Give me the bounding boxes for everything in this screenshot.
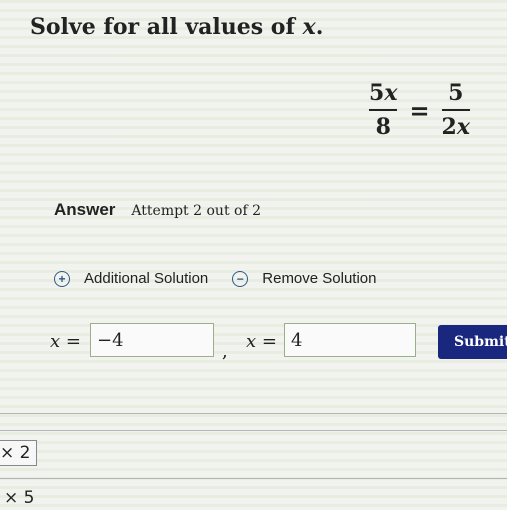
attempt-counter: Attempt 2 out of 2 bbox=[131, 203, 261, 219]
scratch-divider-1 bbox=[0, 413, 507, 414]
left-fraction: 5x 8 bbox=[365, 80, 401, 140]
left-num-var: x bbox=[384, 80, 398, 106]
question-text: Solve for all values of x. bbox=[30, 14, 323, 40]
x-label-2: x = bbox=[246, 331, 277, 352]
answer-label: Answer bbox=[54, 200, 116, 219]
right-numerator: 5 bbox=[448, 80, 464, 106]
answer-inputs: x = −4 , x = 4 Submit bbox=[50, 323, 507, 363]
left-num-coef: 5 bbox=[369, 80, 385, 106]
equation: 5x 8 = 5 2x bbox=[365, 80, 474, 140]
right-fraction: 5 2x bbox=[438, 80, 474, 140]
equals-sign: = bbox=[409, 95, 430, 125]
remove-solution-button[interactable]: − Remove Solution bbox=[232, 270, 377, 287]
answer-input-2[interactable]: 4 bbox=[284, 323, 416, 357]
answer-header: Answer Attempt 2 out of 2 bbox=[54, 200, 261, 220]
plus-circle-icon: + bbox=[54, 270, 70, 287]
left-denominator: 8 bbox=[375, 114, 391, 140]
background-stripes bbox=[0, 0, 507, 510]
question-prefix: Solve for all values of bbox=[30, 14, 303, 40]
additional-solution-label: Additional Solution bbox=[84, 270, 209, 287]
left-numerator: 5x bbox=[369, 80, 397, 109]
minus-circle-icon: − bbox=[232, 270, 249, 287]
scratch-divider-3 bbox=[0, 478, 507, 479]
right-den-var: x bbox=[456, 114, 470, 140]
scratch-entry-2: × 5 bbox=[4, 488, 35, 508]
remove-solution-label: Remove Solution bbox=[262, 270, 377, 287]
submit-button[interactable]: Submit bbox=[438, 325, 507, 359]
solution-controls: + Additional Solution − Remove Solution bbox=[54, 270, 377, 287]
question-suffix: . bbox=[315, 14, 324, 40]
additional-solution-button[interactable]: + Additional Solution bbox=[54, 270, 208, 287]
solution-separator: , bbox=[222, 341, 228, 362]
answer-input-1[interactable]: −4 bbox=[90, 323, 214, 357]
x-label-1: x = bbox=[50, 331, 81, 352]
scratch-entry-1: × 2 bbox=[0, 440, 38, 466]
right-den-coef: 2 bbox=[441, 114, 457, 140]
question-variable: x bbox=[302, 14, 316, 40]
scratch-divider-2 bbox=[0, 430, 507, 431]
right-denominator: 2x bbox=[442, 111, 470, 140]
